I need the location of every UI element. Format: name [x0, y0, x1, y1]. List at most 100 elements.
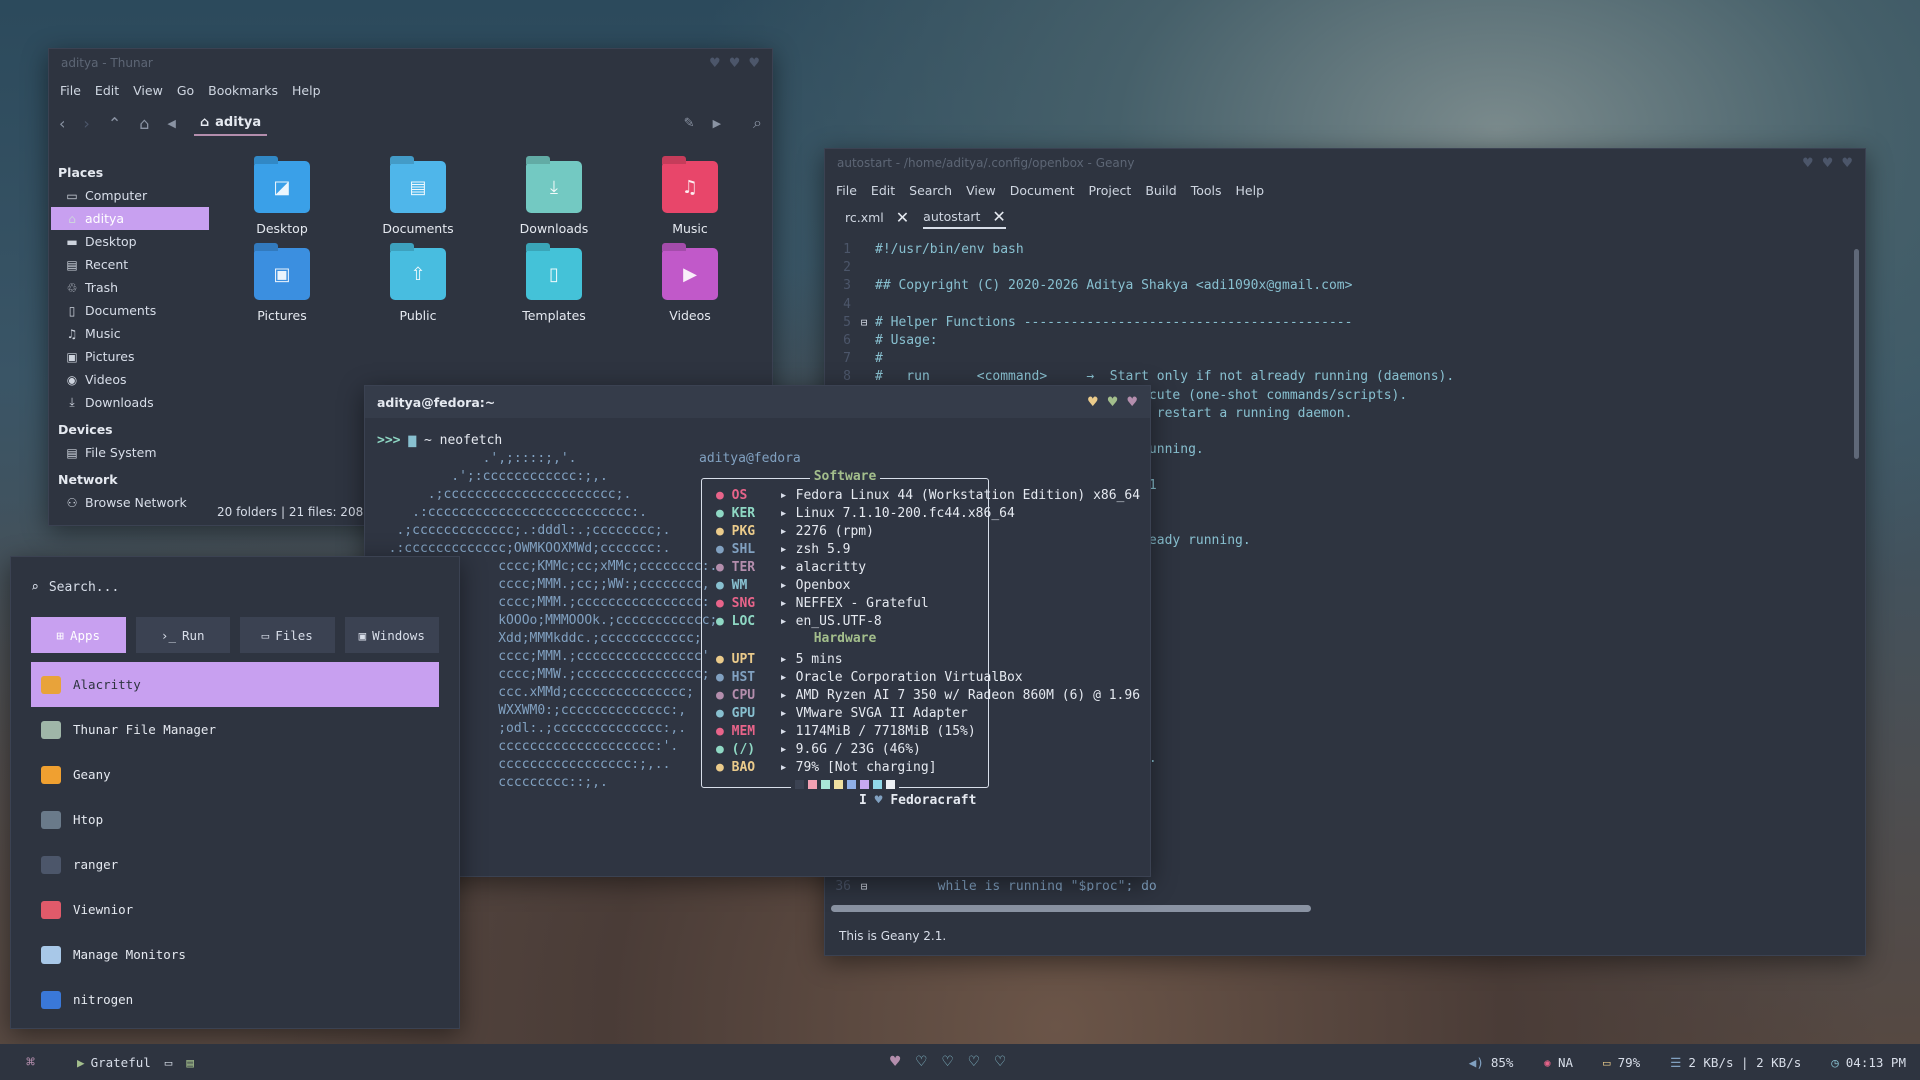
fold-marker-icon[interactable]: ⊟: [857, 314, 871, 332]
sidebar-item-recent[interactable]: ▤ Recent: [49, 253, 211, 276]
menu-edit[interactable]: Edit: [88, 83, 126, 98]
horizontal-scrollbar[interactable]: [831, 905, 1311, 912]
menu-search[interactable]: Search: [902, 183, 959, 198]
edit-path-icon[interactable]: ✎: [684, 116, 695, 131]
workspace-4-heart-icon[interactable]: ♡: [969, 1052, 979, 1072]
close-icon[interactable]: ✕: [896, 208, 909, 227]
close-icon[interactable]: ✕: [992, 207, 1005, 226]
app-ranger[interactable]: ranger: [31, 842, 439, 887]
path-right-icon[interactable]: ▶: [713, 117, 721, 130]
maximize-heart-icon[interactable]: ♥: [1822, 156, 1834, 171]
folder-public[interactable]: ⇧ Public: [350, 248, 486, 323]
close-heart-icon[interactable]: ♥: [748, 56, 760, 71]
geany-titlebar[interactable]: autostart - /home/aditya/.config/openbox…: [825, 149, 1865, 177]
menu-file[interactable]: File: [829, 183, 864, 198]
mode-run-button[interactable]: ›_ Run: [135, 617, 230, 653]
volume-indicator[interactable]: ◀) 85%: [1469, 1055, 1514, 1070]
sidebar-item-pictures[interactable]: ▣ Pictures: [49, 345, 211, 368]
monitor-icon[interactable]: ▭: [165, 1055, 173, 1070]
close-heart-icon[interactable]: ♥: [1126, 395, 1138, 410]
sidebar-item-videos[interactable]: ◉ Videos: [49, 368, 211, 391]
forward-icon[interactable]: ›: [83, 114, 89, 133]
maximize-heart-icon[interactable]: ♥: [1107, 395, 1119, 410]
workspace-3-heart-icon[interactable]: ♡: [943, 1052, 953, 1072]
sidebar-item-aditya[interactable]: ⌂ aditya: [51, 207, 209, 230]
menu-command-icon[interactable]: ⌘: [26, 1053, 35, 1071]
menu-edit[interactable]: Edit: [864, 183, 902, 198]
menu-bookmarks[interactable]: Bookmarks: [201, 83, 285, 98]
up-icon[interactable]: ⌃: [108, 114, 121, 133]
menu-go[interactable]: Go: [170, 83, 201, 98]
mode-windows-button[interactable]: ▣ Windows: [344, 617, 439, 653]
folder-pictures[interactable]: ▣ Pictures: [214, 248, 350, 323]
app-nitrogen[interactable]: nitrogen: [31, 977, 439, 1022]
minimize-heart-icon[interactable]: ♥: [709, 56, 721, 71]
app-thunar-file-manager[interactable]: Thunar File Manager: [31, 707, 439, 752]
sidebar-item-trash[interactable]: ♲ Trash: [49, 276, 211, 299]
music-player[interactable]: ▶ Grateful: [77, 1055, 151, 1070]
menu-view[interactable]: View: [126, 83, 170, 98]
folder-music[interactable]: ♫ Music: [622, 161, 758, 236]
back-icon[interactable]: ‹: [59, 114, 65, 133]
folder-templates[interactable]: ▯ Templates: [486, 248, 622, 323]
path-left-icon[interactable]: ◀: [167, 117, 175, 130]
menu-file[interactable]: File: [53, 83, 88, 98]
app-viewnior[interactable]: Viewnior: [31, 887, 439, 932]
sidebar-item-file-system[interactable]: ▤ File System: [49, 441, 211, 464]
net-speed-indicator[interactable]: ☰ 2 KB/s | 2 KB/s: [1670, 1055, 1801, 1070]
terminal-titlebar[interactable]: aditya@fedora:~ ♥ ♥ ♥: [365, 386, 1150, 418]
network-indicator[interactable]: ✺ NA: [1543, 1055, 1573, 1070]
folder-downloads[interactable]: ⤓ Downloads: [486, 161, 622, 236]
mode-apps-button[interactable]: ⊞ Apps: [31, 617, 126, 653]
sidebar-item-browse-network[interactable]: ⚇ Browse Network: [49, 491, 211, 514]
app-icon: [41, 990, 61, 1009]
battery-indicator[interactable]: ▭ 79%: [1603, 1055, 1640, 1070]
sidebar-item-desktop[interactable]: ▬ Desktop: [49, 230, 211, 253]
vertical-scrollbar[interactable]: [1854, 249, 1859, 459]
menu-help[interactable]: Help: [285, 83, 328, 98]
network-header: Network: [58, 472, 118, 487]
workspace-5-heart-icon[interactable]: ♡: [995, 1052, 1005, 1072]
tab-rc-xml[interactable]: rc.xml ✕: [845, 208, 909, 229]
clock[interactable]: ◷ 04:13 PM: [1831, 1055, 1906, 1070]
mode-files-button[interactable]: ▭ Files: [240, 617, 335, 653]
app-manage-monitors[interactable]: Manage Monitors: [31, 932, 439, 977]
folder-desktop[interactable]: ◪ Desktop: [214, 161, 350, 236]
line-text: #!/usr/bin/env bash: [875, 242, 1024, 257]
workspace-2-heart-icon[interactable]: ♡: [916, 1052, 926, 1072]
tab-autostart[interactable]: autostart ✕: [923, 207, 1006, 229]
thunar-titlebar[interactable]: aditya - Thunar ♥ ♥ ♥: [49, 49, 772, 77]
app-htop[interactable]: Htop: [31, 797, 439, 842]
menu-build[interactable]: Build: [1138, 183, 1183, 198]
minimize-heart-icon[interactable]: ♥: [1087, 395, 1099, 410]
menu-project[interactable]: Project: [1082, 183, 1139, 198]
menu-document[interactable]: Document: [1003, 183, 1082, 198]
menu-view[interactable]: View: [959, 183, 1003, 198]
menu-help[interactable]: Help: [1229, 183, 1272, 198]
sidebar-item-documents[interactable]: ▯ Documents: [49, 299, 211, 322]
home-icon[interactable]: ⌂: [139, 114, 149, 133]
workspace-1-heart-icon[interactable]: ♥: [890, 1052, 900, 1072]
location-button[interactable]: ⌂ aditya: [193, 111, 268, 136]
folder-documents[interactable]: ▤ Documents: [350, 161, 486, 236]
menu-tools[interactable]: Tools: [1184, 183, 1229, 198]
minimize-heart-icon[interactable]: ♥: [1802, 156, 1814, 171]
close-heart-icon[interactable]: ♥: [1841, 156, 1853, 171]
sidebar-item-downloads[interactable]: ⤓ Downloads: [49, 391, 211, 414]
search-icon[interactable]: ⌕: [753, 113, 762, 133]
code-line: 1 #!/usr/bin/env bash: [825, 241, 1843, 259]
info-row: ● BAO ▸ 79% [Not charging]: [716, 759, 1140, 777]
sidebar-item-music[interactable]: ♫ Music: [49, 322, 211, 345]
arrow-icon: ▸: [779, 524, 788, 539]
clipboard-icon[interactable]: ▤: [186, 1055, 194, 1070]
sidebar-item-label: Music: [85, 326, 121, 341]
search-input[interactable]: Search...: [49, 580, 119, 595]
app-alacritty[interactable]: Alacritty: [31, 662, 439, 707]
launcher-search[interactable]: ⌕ Search...: [11, 557, 459, 617]
fold-marker-icon[interactable]: ⊟: [857, 878, 871, 891]
maximize-heart-icon[interactable]: ♥: [729, 56, 741, 71]
sidebar-item-computer[interactable]: ▭ Computer: [49, 184, 211, 207]
info-row: ● (/) ▸ 9.6G / 23G (46%): [716, 741, 1140, 759]
folder-videos[interactable]: ▶ Videos: [622, 248, 758, 323]
app-geany[interactable]: Geany: [31, 752, 439, 797]
